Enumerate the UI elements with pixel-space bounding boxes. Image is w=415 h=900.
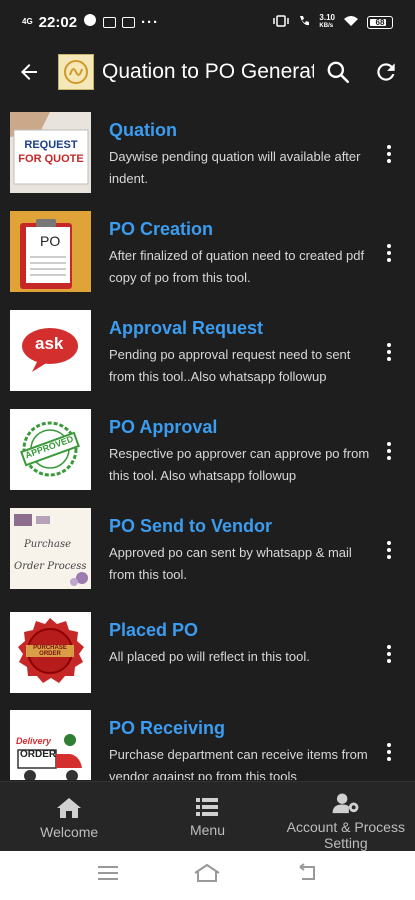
vibrate-icon <box>273 14 290 30</box>
status-time: 22:02 <box>38 13 78 31</box>
more-notifications-icon: ··· <box>141 13 160 31</box>
nav-menu-label: Menu <box>189 822 225 838</box>
list-item[interactable]: APPROVED PO Approval Respective po appro… <box>0 403 415 495</box>
home-button[interactable] <box>193 863 221 888</box>
menu-icon <box>98 866 119 880</box>
more-options-button[interactable] <box>379 439 399 463</box>
nav-welcome-label: Welcome <box>40 824 99 840</box>
list-item[interactable]: ask Approval Request Pending po approval… <box>0 304 415 396</box>
nav-account-setting[interactable]: Account & Process Setting <box>277 782 415 851</box>
list-icon <box>196 798 219 816</box>
item-title: PO Receiving <box>109 718 226 738</box>
approved-stamp-image: APPROVED <box>10 409 91 490</box>
item-title: Placed PO <box>109 620 199 640</box>
nav-menu[interactable]: Menu <box>138 782 276 851</box>
nav-account-label: Account & Process Setting <box>286 819 405 851</box>
message-icon <box>103 16 117 28</box>
search-button[interactable] <box>314 44 362 100</box>
delivery-order-image: Delivery ORDER <box>10 710 91 780</box>
item-description: After finalized of quation need to creat… <box>109 248 365 285</box>
thumb-line-2: ORDER <box>20 749 57 760</box>
more-options-button[interactable] <box>379 340 399 364</box>
list-item[interactable]: PO PO Creation After finalized of quatio… <box>0 205 415 297</box>
bottom-navigation: Welcome Menu Account & Process Setting <box>0 781 415 851</box>
back-button[interactable] <box>0 44 58 100</box>
data-speed: 3.10 <box>319 13 335 22</box>
user-settings-icon <box>332 793 359 814</box>
battery-indicator: 68 <box>367 15 393 29</box>
thumb-label: ask <box>35 334 64 353</box>
battery-level: 68 <box>375 17 385 27</box>
item-description: Approved po can sent by whatsapp & mail … <box>109 545 352 582</box>
volte-icon <box>297 14 311 31</box>
purchase-order-seal-image: PURCHASE ORDER <box>10 612 91 693</box>
system-navigation-bar <box>0 851 415 900</box>
purchase-order-process-image: Purchase Order Process <box>10 508 91 589</box>
list-item[interactable]: Delivery ORDER PO Receiving Purchase dep… <box>0 704 415 780</box>
thumb-line-2: FOR QUOTE <box>18 153 84 165</box>
thumb-line-1: Purchase <box>24 539 72 550</box>
thumb-line-2: ORDER <box>39 651 61 657</box>
item-description: Daywise pending quation will available a… <box>109 149 361 186</box>
thumb-line-1: Delivery <box>16 736 52 746</box>
search-icon <box>327 61 350 84</box>
thumb-line-1: REQUEST <box>24 139 78 151</box>
item-title: PO Approval <box>109 417 218 437</box>
list-item[interactable]: REQUEST FOR QUOTE Quation Daywise pendin… <box>0 106 415 198</box>
item-description: All placed po will reflect in this tool. <box>109 649 310 664</box>
request-for-quote-image: REQUEST FOR QUOTE <box>10 112 91 193</box>
more-options-button[interactable] <box>379 142 399 166</box>
item-title: PO Creation <box>109 219 214 239</box>
thumb-label: PO <box>40 233 61 249</box>
app-bar: Quation to PO Generat <box>0 44 415 100</box>
refresh-button[interactable] <box>362 44 410 100</box>
arrow-back-icon <box>21 64 37 80</box>
app-logo <box>58 54 94 90</box>
data-speed-unit: KB/s <box>319 23 334 29</box>
more-options-button[interactable] <box>379 241 399 265</box>
status-bar: 4G 22:02 ··· 3.10 KB/s 68 <box>0 0 415 44</box>
item-description: Purchase department can receive items fr… <box>109 747 368 780</box>
more-options-button[interactable] <box>379 740 399 764</box>
more-options-button[interactable] <box>379 538 399 562</box>
wifi-icon <box>343 15 359 30</box>
thumb-line-2: Order Process <box>14 561 87 572</box>
back-icon <box>299 863 315 880</box>
recent-apps-button[interactable] <box>97 864 119 887</box>
item-title: Quation <box>109 120 177 140</box>
mail-icon <box>122 16 136 28</box>
home-outline-icon <box>194 863 221 882</box>
list-item[interactable]: Purchase Order Process PO Send to Vendor… <box>0 502 415 594</box>
item-description: Pending po approval request need to sent… <box>109 347 351 384</box>
nav-welcome[interactable]: Welcome <box>0 782 138 851</box>
ask-bubble-image: ask <box>10 310 91 391</box>
item-description: Respective po approver can approve po fr… <box>109 446 370 483</box>
back-nav-button[interactable] <box>296 863 318 888</box>
network-indicator: 4G <box>22 17 33 26</box>
more-options-button[interactable] <box>379 642 399 666</box>
tool-list: REQUEST FOR QUOTE Quation Daywise pendin… <box>0 104 415 780</box>
notification-icon <box>83 13 97 31</box>
page-title: Quation to PO Generat <box>102 60 314 83</box>
list-item[interactable]: PURCHASE ORDER Placed PO All placed po w… <box>0 606 415 698</box>
item-title: PO Send to Vendor <box>109 516 273 536</box>
home-icon <box>57 798 82 818</box>
item-title: Approval Request <box>109 318 264 338</box>
refresh-icon <box>377 63 395 81</box>
po-document-image: PO <box>10 211 91 292</box>
